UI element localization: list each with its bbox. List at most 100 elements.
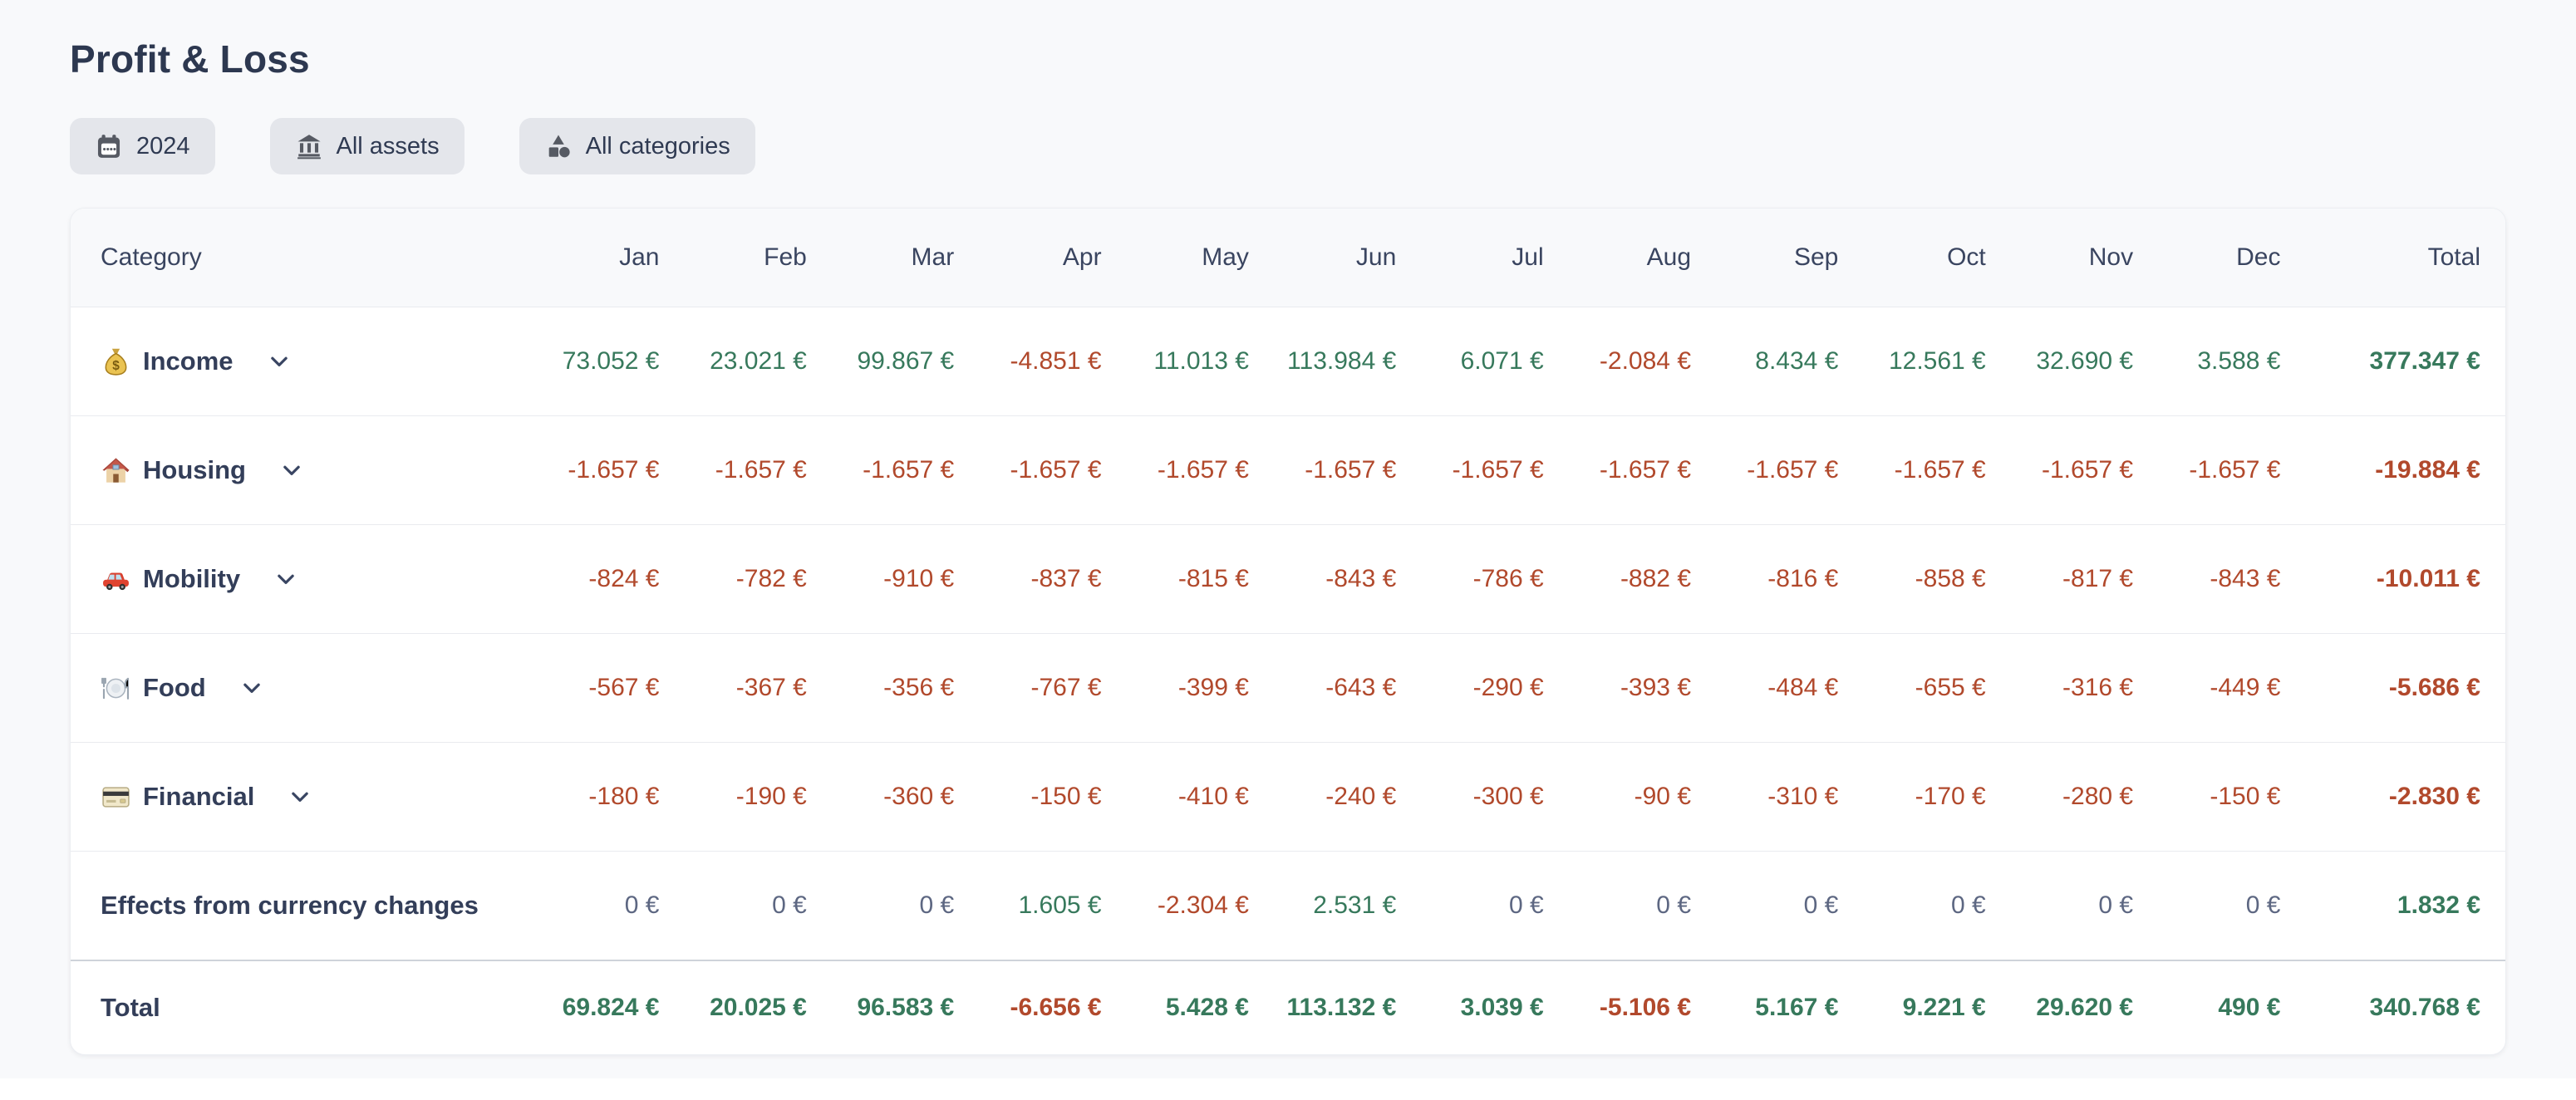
column-header-dec: Dec bbox=[2158, 209, 2305, 307]
value-cell: -290 € bbox=[1421, 634, 1568, 743]
category-cell: Total bbox=[71, 960, 537, 1054]
value-cell: 0 € bbox=[685, 852, 832, 961]
value-cell: 12.561 € bbox=[1863, 307, 2010, 416]
house-icon bbox=[101, 455, 131, 486]
value-cell: -837 € bbox=[979, 525, 1126, 634]
profit-loss-table-card: CategoryJanFebMarAprMayJunJulAugSepOctNo… bbox=[70, 208, 2506, 1055]
value-cell: -5.106 € bbox=[1569, 960, 1716, 1054]
value-cell: 11.013 € bbox=[1127, 307, 1274, 416]
credit-card-icon bbox=[101, 782, 131, 813]
column-header-may: May bbox=[1127, 209, 1274, 307]
bank-icon bbox=[295, 132, 323, 160]
assets-filter-label: All assets bbox=[337, 133, 440, 160]
value-cell: -567 € bbox=[537, 634, 684, 743]
value-cell: -1.657 € bbox=[2158, 416, 2305, 525]
column-header-oct: Oct bbox=[1863, 209, 2010, 307]
category-label: Effects from currency changes bbox=[101, 891, 479, 921]
value-cell: -360 € bbox=[832, 743, 979, 852]
value-cell: 0 € bbox=[1421, 852, 1568, 961]
value-cell: -4.851 € bbox=[979, 307, 1126, 416]
value-cell: -882 € bbox=[1569, 525, 1716, 634]
value-cell: 6.071 € bbox=[1421, 307, 1568, 416]
category-cell[interactable]: $ Income bbox=[71, 307, 537, 416]
row-total-cell: 1.832 € bbox=[2305, 852, 2505, 961]
table-row: Effects from currency changes 0 €0 €0 €1… bbox=[71, 852, 2505, 961]
value-cell: -316 € bbox=[2011, 634, 2158, 743]
year-filter-button[interactable]: 2024 bbox=[70, 118, 215, 174]
value-cell: 1.605 € bbox=[979, 852, 1126, 961]
value-cell: -643 € bbox=[1274, 634, 1421, 743]
value-cell: 490 € bbox=[2158, 960, 2305, 1054]
value-cell: -6.656 € bbox=[979, 960, 1126, 1054]
category-cell[interactable]: Financial bbox=[71, 743, 537, 852]
value-cell: -280 € bbox=[2011, 743, 2158, 852]
value-cell: -180 € bbox=[537, 743, 684, 852]
value-cell: -1.657 € bbox=[2011, 416, 2158, 525]
row-total-cell: -2.830 € bbox=[2305, 743, 2505, 852]
chevron-down-icon[interactable] bbox=[273, 567, 298, 592]
value-cell: 5.167 € bbox=[1716, 960, 1863, 1054]
chevron-down-icon[interactable] bbox=[267, 349, 292, 374]
value-cell: -1.657 € bbox=[1569, 416, 1716, 525]
value-cell: 0 € bbox=[1716, 852, 1863, 961]
category-cell[interactable]: Housing bbox=[71, 416, 537, 525]
value-cell: 0 € bbox=[1863, 852, 2010, 961]
value-cell: 0 € bbox=[537, 852, 684, 961]
value-cell: 32.690 € bbox=[2011, 307, 2158, 416]
category-label: Total bbox=[101, 993, 160, 1023]
value-cell: 73.052 € bbox=[537, 307, 684, 416]
row-total-cell: -19.884 € bbox=[2305, 416, 2505, 525]
category-cell[interactable]: Mobility bbox=[71, 525, 537, 634]
value-cell: 29.620 € bbox=[2011, 960, 2158, 1054]
value-cell: 9.221 € bbox=[1863, 960, 2010, 1054]
table-row: Housing -1.657 €-1.657 €-1.657 €-1.657 €… bbox=[71, 416, 2505, 525]
chevron-down-icon[interactable] bbox=[279, 458, 304, 483]
category-label: Income bbox=[143, 346, 234, 376]
value-cell: 0 € bbox=[832, 852, 979, 961]
value-cell: -858 € bbox=[1863, 525, 2010, 634]
value-cell: 96.583 € bbox=[832, 960, 979, 1054]
value-cell: -367 € bbox=[685, 634, 832, 743]
table-header-row: CategoryJanFebMarAprMayJunJulAugSepOctNo… bbox=[71, 209, 2505, 307]
value-cell: -843 € bbox=[1274, 525, 1421, 634]
chevron-down-icon[interactable] bbox=[239, 675, 264, 700]
column-header-jul: Jul bbox=[1421, 209, 1568, 307]
categories-filter-button[interactable]: All categories bbox=[519, 118, 755, 174]
value-cell: -910 € bbox=[832, 525, 979, 634]
assets-filter-button[interactable]: All assets bbox=[270, 118, 465, 174]
value-cell: -1.657 € bbox=[1127, 416, 1274, 525]
column-header-mar: Mar bbox=[832, 209, 979, 307]
column-header-jun: Jun bbox=[1274, 209, 1421, 307]
filter-bar: 2024 All assets bbox=[70, 118, 2506, 174]
value-cell: -2.304 € bbox=[1127, 852, 1274, 961]
car-icon bbox=[101, 564, 131, 595]
value-cell: -170 € bbox=[1863, 743, 2010, 852]
column-header-aug: Aug bbox=[1569, 209, 1716, 307]
category-label: Housing bbox=[143, 455, 246, 485]
value-cell: 113.984 € bbox=[1274, 307, 1421, 416]
value-cell: 5.428 € bbox=[1127, 960, 1274, 1054]
value-cell: -399 € bbox=[1127, 634, 1274, 743]
food-icon bbox=[101, 673, 131, 704]
category-cell: Effects from currency changes bbox=[71, 852, 537, 961]
table-body: $ Income 73.052 €23.021 €99.867 €-4.851 … bbox=[71, 307, 2505, 1055]
svg-text:$: $ bbox=[112, 359, 120, 373]
value-cell: -240 € bbox=[1274, 743, 1421, 852]
value-cell: -356 € bbox=[832, 634, 979, 743]
category-label: Food bbox=[143, 673, 206, 703]
row-total-cell: -10.011 € bbox=[2305, 525, 2505, 634]
column-header-apr: Apr bbox=[979, 209, 1126, 307]
value-cell: -767 € bbox=[979, 634, 1126, 743]
chevron-down-icon[interactable] bbox=[288, 784, 312, 809]
category-cell[interactable]: Food bbox=[71, 634, 537, 743]
category-label: Mobility bbox=[143, 564, 240, 594]
table-row: Mobility -824 €-782 €-910 €-837 €-815 €-… bbox=[71, 525, 2505, 634]
value-cell: 20.025 € bbox=[685, 960, 832, 1054]
value-cell: 23.021 € bbox=[685, 307, 832, 416]
value-cell: 3.039 € bbox=[1421, 960, 1568, 1054]
category-label: Financial bbox=[143, 782, 254, 812]
value-cell: -843 € bbox=[2158, 525, 2305, 634]
value-cell: -393 € bbox=[1569, 634, 1716, 743]
value-cell: -410 € bbox=[1127, 743, 1274, 852]
row-total-cell: -5.686 € bbox=[2305, 634, 2505, 743]
